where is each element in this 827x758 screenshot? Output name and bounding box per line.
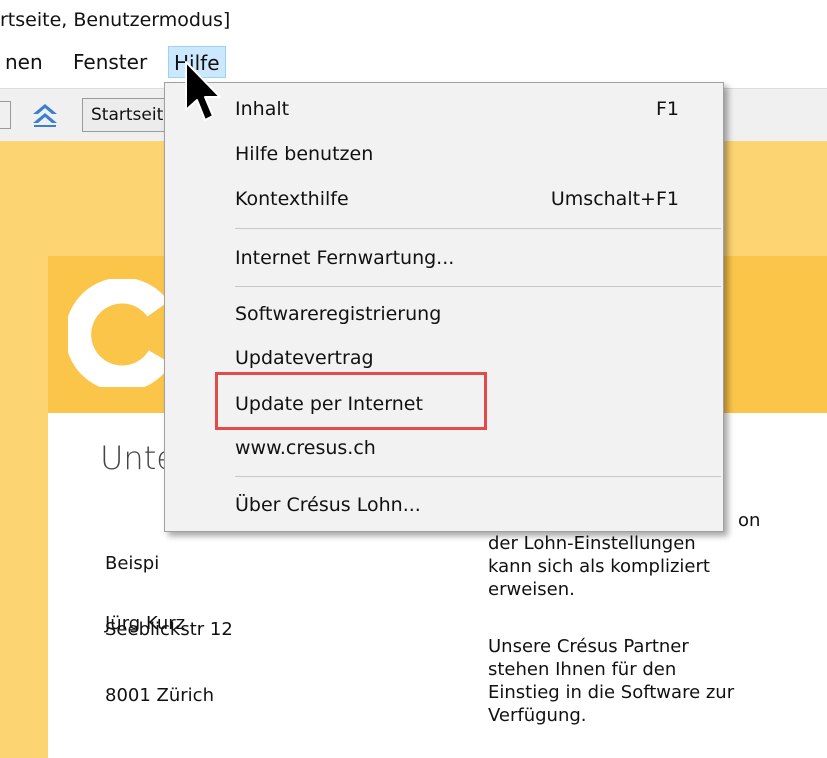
partner-text: Unsere Crésus Partner stehen Ihnen für d… — [488, 635, 808, 727]
menu-separator — [235, 286, 721, 287]
menu-item-label: Kontexthilfe — [235, 188, 349, 210]
toolbar-up-icon[interactable] — [30, 101, 60, 129]
menu-item-label: Softwareregistrierung — [235, 303, 442, 325]
window-title: rtseite, Benutzermodus] — [0, 0, 827, 40]
partner-line: Verfügung. — [488, 705, 587, 726]
menu-item-hilfe-benutzen[interactable]: Hilfe benutzen — [165, 135, 723, 173]
menu-item-website[interactable]: www.cresus.ch — [165, 429, 723, 467]
partner-line: stehen Ihnen für den — [488, 659, 677, 680]
contact-name: Jürg Kurz — [105, 613, 186, 634]
address-line: Beispi — [105, 553, 160, 574]
menu-item-kontexthilfe[interactable]: Kontexthilfe Umschalt+F1 — [165, 180, 723, 218]
menu-item-label: Hilfe benutzen — [235, 143, 374, 165]
menubar: nen Fenster Hilfe — [0, 40, 827, 85]
address-line: 8001 Zürich — [105, 685, 214, 706]
mouse-cursor-icon — [183, 60, 227, 126]
info-line: der Lohn-Einstellungen — [488, 533, 696, 554]
menu-item-shortcut: F1 — [655, 98, 679, 120]
menu-item-label: Internet Fernwartung... — [235, 247, 455, 269]
menu-item-label: Über Crésus Lohn... — [235, 494, 421, 516]
menu-item-softwareregistrierung[interactable]: Softwareregistrierung — [165, 295, 723, 333]
menu-item-fenster[interactable]: Fenster — [68, 46, 152, 78]
help-menu-dropdown: Inhalt F1 Hilfe benutzen Kontexthilfe Um… — [164, 82, 724, 532]
info-line: kann sich als kompliziert — [488, 556, 710, 577]
partner-line: Unsere Crésus Partner — [488, 636, 689, 657]
partner-line: Einstieg in die Software zur — [488, 682, 735, 703]
menu-item-fragment[interactable]: nen — [0, 46, 48, 78]
menu-item-inhalt[interactable]: Inhalt F1 — [165, 90, 723, 128]
highlight-annotation — [215, 372, 487, 430]
menu-separator — [235, 476, 721, 477]
logo-g-icon — [65, 277, 176, 392]
menu-item-about[interactable]: Über Crésus Lohn... — [165, 486, 723, 524]
menu-item-label: www.cresus.ch — [235, 437, 376, 459]
menu-item-label: Inhalt — [235, 98, 290, 120]
menu-item-internet-fernwartung[interactable]: Internet Fernwartung... — [165, 239, 723, 277]
toolbar-edge — [0, 101, 11, 129]
menu-item-shortcut: Umschalt+F1 — [550, 188, 679, 210]
menu-separator — [235, 228, 721, 229]
info-line: erweisen. — [488, 579, 575, 600]
